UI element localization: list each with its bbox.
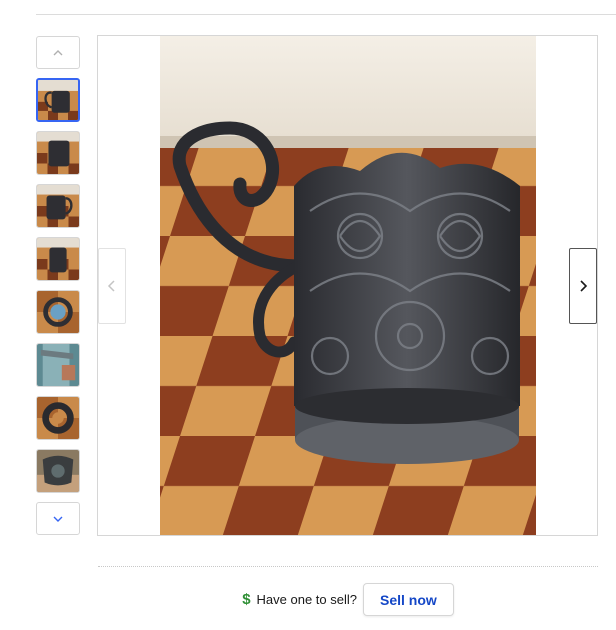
thumbnail-1[interactable] [36, 78, 80, 122]
thumbnail-scroll-up-button[interactable] [36, 36, 80, 69]
holder-photo-thumbnail [37, 291, 79, 333]
sell-question: Have one to sell? [256, 592, 357, 607]
holder-photo-thumbnail [37, 344, 79, 386]
holder-photo-thumbnail [37, 397, 79, 439]
previous-image-button[interactable] [98, 248, 126, 324]
chevron-right-icon [580, 280, 588, 292]
chevron-down-icon [53, 516, 63, 522]
holder-photo-thumbnail [37, 132, 79, 174]
thumbnail-8[interactable] [36, 449, 80, 493]
chevron-up-icon [53, 49, 63, 55]
thumbnail-7[interactable] [36, 396, 80, 440]
chevron-left-icon [107, 280, 115, 292]
holder-photo-thumbnail [37, 185, 79, 227]
holder-photo-thumbnail [37, 450, 79, 492]
sell-now-button[interactable]: Sell now [363, 583, 454, 616]
holder-photo-thumbnail [38, 80, 78, 120]
thumbnail-5[interactable] [36, 290, 80, 334]
section-divider [98, 566, 598, 567]
main-product-photo[interactable] [160, 36, 536, 535]
next-image-button[interactable] [569, 248, 597, 324]
thumbnail-scroll-down-button[interactable] [36, 502, 80, 535]
thumbnail-6[interactable] [36, 343, 80, 387]
sell-prompt: $ Have one to sell? Sell now [0, 583, 616, 616]
thumbnail-4[interactable] [36, 237, 80, 281]
thumbnail-2[interactable] [36, 131, 80, 175]
dollar-icon: $ [242, 591, 251, 608]
main-image-viewer [97, 35, 598, 536]
holder-photo-thumbnail [37, 238, 79, 280]
top-divider [36, 14, 616, 15]
thumbnail-3[interactable] [36, 184, 80, 228]
